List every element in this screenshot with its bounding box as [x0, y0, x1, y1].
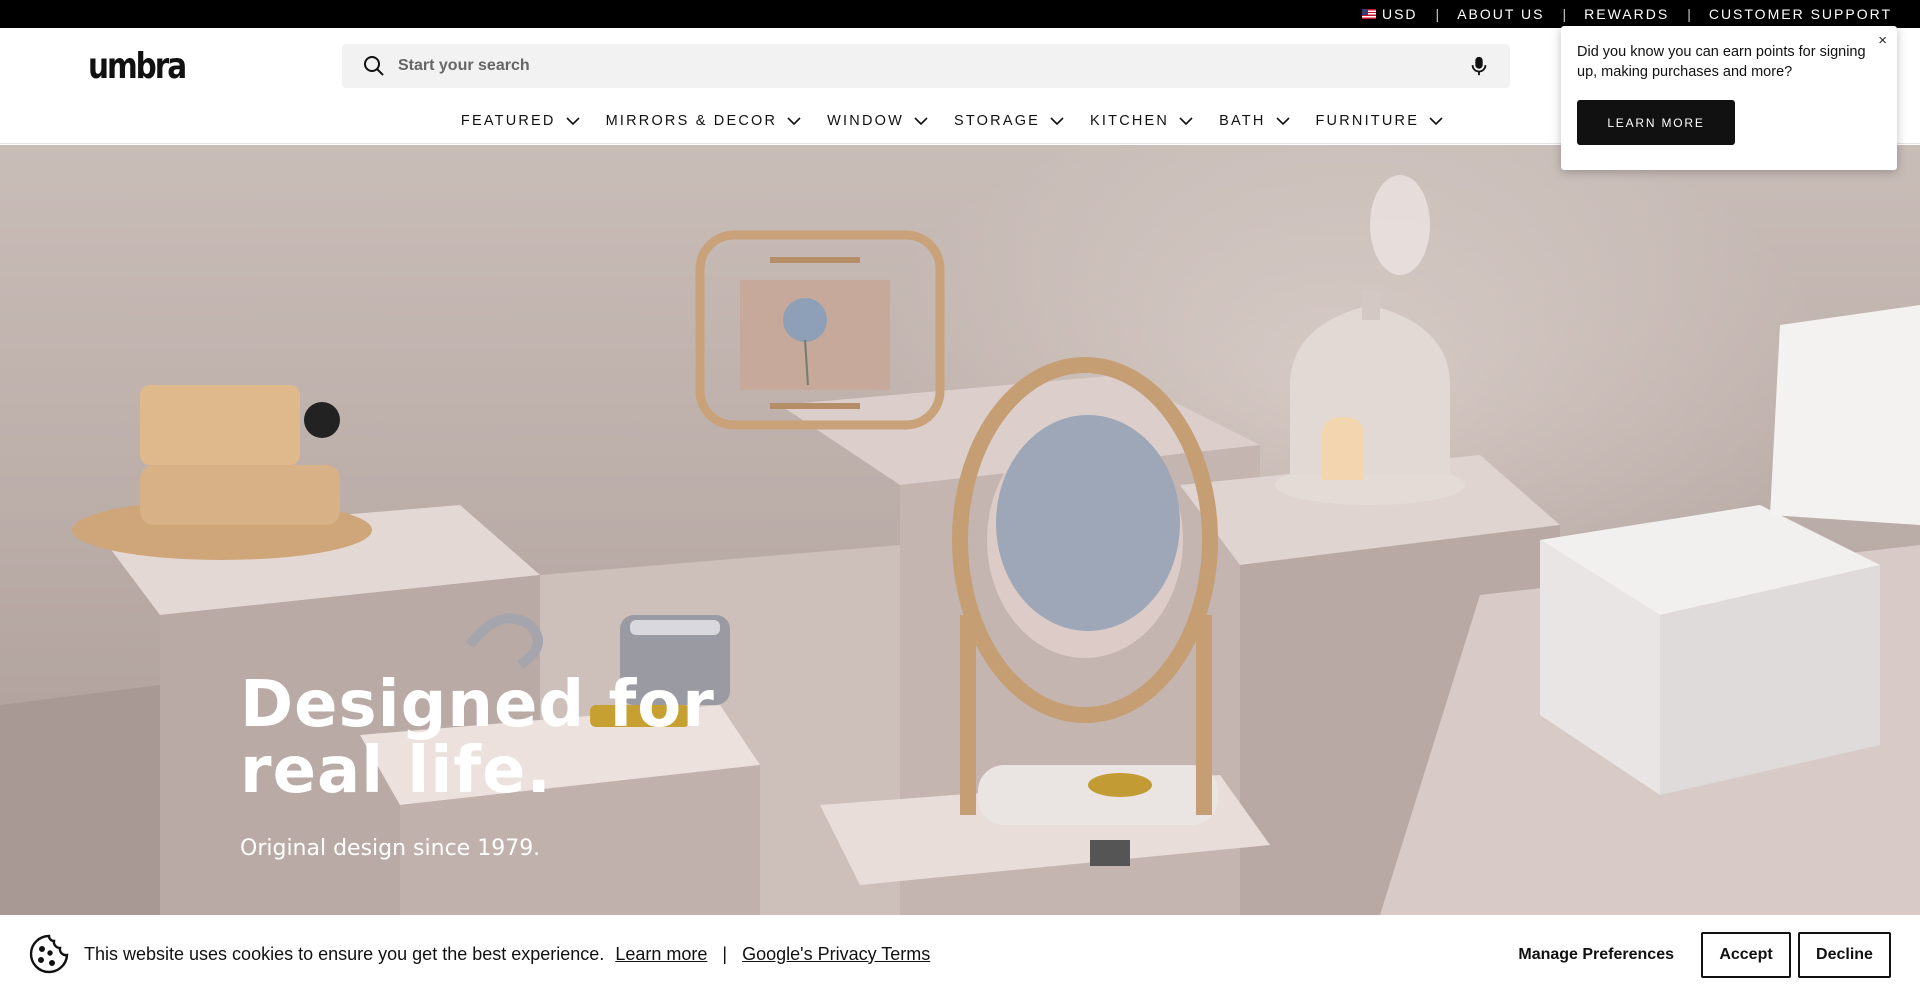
popup-message: Did you know you can earn points for sig… — [1577, 44, 1866, 80]
separator: | — [722, 943, 728, 964]
manage-preferences-button[interactable]: Manage Preferences — [1518, 946, 1674, 964]
cookie-banner: This website uses cookies to ensure you … — [0, 915, 1920, 993]
hero-text-block: Designed for real life. Original design … — [240, 672, 715, 861]
close-icon[interactable]: × — [1878, 32, 1887, 49]
nav-label: FEATURED — [460, 113, 556, 129]
cookie-learn-more-link[interactable]: Learn more — [615, 944, 707, 964]
nav-mirrors-decor[interactable]: MIRRORS & DECOR — [593, 113, 815, 129]
cookie-text: This website uses cookies to ensure you … — [84, 943, 605, 964]
nav-label: MIRRORS & DECOR — [605, 113, 778, 129]
currency-selector[interactable]: USD — [1361, 6, 1418, 22]
nav-storage[interactable]: STORAGE — [941, 113, 1077, 129]
decline-button[interactable]: Decline — [1798, 932, 1891, 978]
microphone-icon[interactable] — [1468, 55, 1490, 77]
accept-button[interactable]: Accept — [1701, 932, 1791, 978]
chevron-down-icon — [566, 116, 580, 125]
search-bar — [342, 44, 1510, 88]
separator: | — [1687, 6, 1691, 22]
utility-bar: USD | ABOUT US | REWARDS | CUSTOMER SUPP… — [0, 0, 1920, 28]
cookie-icon — [29, 934, 69, 974]
umbra-logo[interactable]: umbra — [88, 46, 187, 87]
chevron-down-icon — [914, 116, 928, 125]
nav-bath[interactable]: BATH — [1206, 113, 1302, 129]
privacy-terms-link[interactable]: Google's Privacy Terms — [742, 944, 930, 964]
us-flag-icon — [1361, 9, 1376, 19]
chevron-down-icon — [787, 116, 801, 125]
nav-label: FURNITURE — [1315, 113, 1420, 129]
nav-label: BATH — [1219, 113, 1266, 129]
nav-furniture[interactable]: FURNITURE — [1303, 113, 1457, 129]
nav-kitchen[interactable]: KITCHEN — [1077, 113, 1206, 129]
currency-label: USD — [1381, 6, 1418, 22]
search-input[interactable] — [398, 57, 1468, 75]
cookie-message: This website uses cookies to ensure you … — [84, 944, 930, 965]
search-icon[interactable] — [362, 54, 386, 78]
customer-support-link[interactable]: CUSTOMER SUPPORT — [1709, 6, 1892, 22]
nav-label: STORAGE — [954, 113, 1041, 129]
chevron-down-icon — [1050, 116, 1064, 125]
hero-subtitle: Original design since 1979. — [240, 836, 541, 861]
nav-window[interactable]: WINDOW — [814, 113, 941, 129]
hero-title: Designed for real life. — [240, 668, 715, 808]
rewards-popup: × Did you know you can earn points for s… — [1561, 26, 1897, 170]
nav-label: KITCHEN — [1090, 113, 1170, 129]
chevron-down-icon — [1429, 116, 1443, 125]
learn-more-button[interactable]: LEARN MORE — [1577, 100, 1735, 145]
separator: | — [1562, 6, 1567, 22]
chevron-down-icon — [1179, 116, 1193, 125]
hero-banner[interactable]: Designed for real life. Original design … — [0, 145, 1920, 915]
cookie-actions: Manage Preferences Accept Decline — [1518, 932, 1891, 978]
separator: | — [1435, 6, 1440, 22]
chevron-down-icon — [1275, 116, 1290, 125]
nav-label: WINDOW — [827, 113, 904, 129]
nav-featured[interactable]: FEATURED — [448, 113, 593, 129]
about-us-link[interactable]: ABOUT US — [1457, 6, 1544, 22]
rewards-link[interactable]: REWARDS — [1584, 6, 1669, 22]
